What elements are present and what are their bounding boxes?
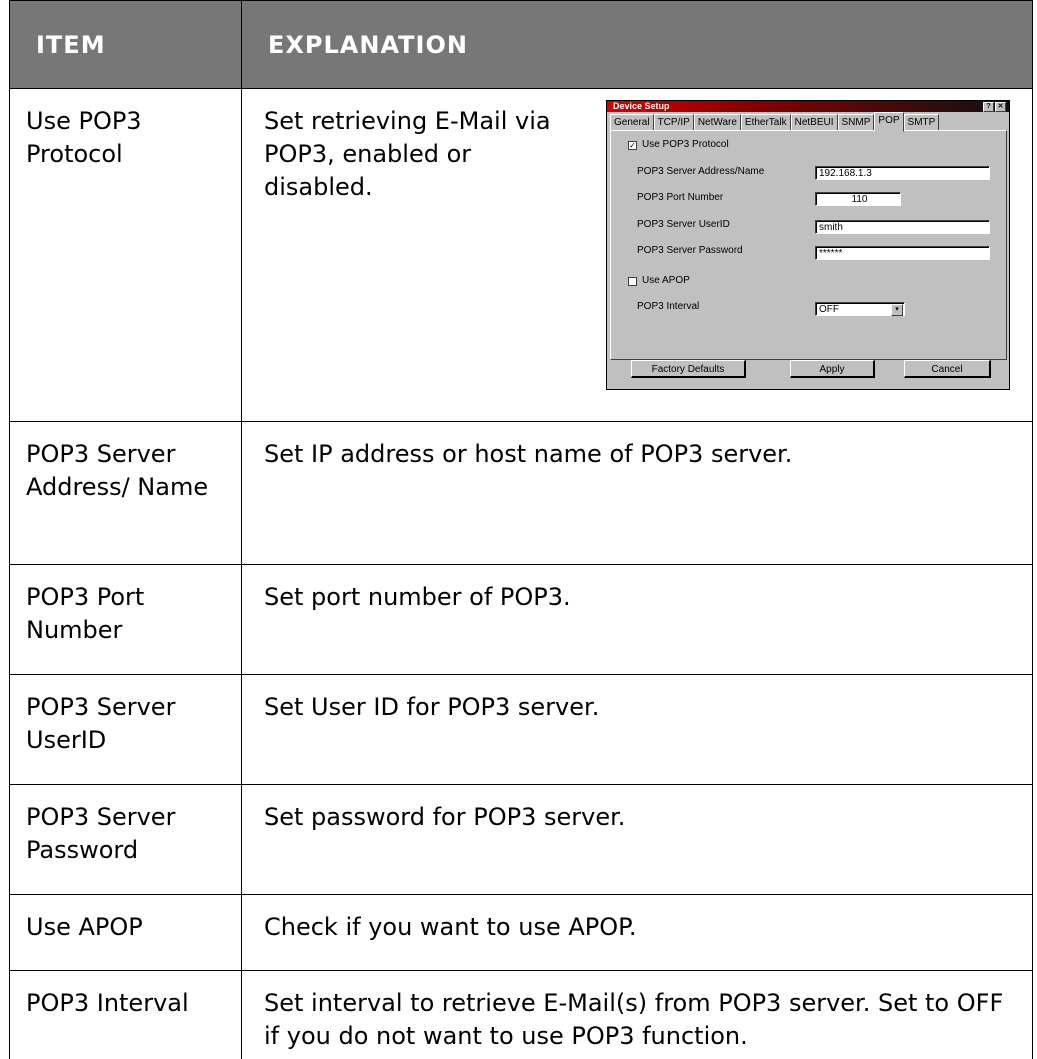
row-item-cell: POP3 Server Password: [10, 785, 242, 895]
table-row: Use APOP Check if you want to use APOP.: [10, 895, 1033, 971]
userid-input[interactable]: smith: [815, 220, 990, 234]
row-item-cell: POP3 Server UserID: [10, 675, 242, 785]
dialog-title: Device Setup: [613, 101, 670, 111]
tab-strip: General TCP/IP NetWare EtherTalk NetBEUI…: [610, 114, 939, 130]
table-row: POP3 Server Password Set password for PO…: [10, 785, 1033, 895]
row-explanation-text: Set retrieving E-Mail via POP3, enabled …: [264, 105, 584, 204]
port-number-input[interactable]: 110: [815, 192, 901, 206]
tab-netware[interactable]: NetWare: [694, 114, 741, 130]
server-address-input[interactable]: 192.168.1.3: [815, 166, 990, 180]
interval-dropdown[interactable]: OFF ▾: [815, 302, 905, 316]
column-header-explanation: EXPLANATION: [242, 1, 1033, 89]
use-apop-checkbox[interactable]: [628, 277, 637, 286]
server-address-label: POP3 Server Address/Name: [637, 166, 764, 178]
pop-tab-panel: ✓ Use POP3 Protocol POP3 Server Address/…: [610, 130, 1007, 360]
settings-table: ITEM EXPLANATION Use POP3 Protocol Set r…: [9, 0, 1033, 1059]
row-item-cell: POP3 Interval: [10, 971, 242, 1059]
password-input[interactable]: ******: [815, 246, 990, 260]
password-label: POP3 Server Password: [637, 245, 743, 257]
row-explanation-cell: Set retrieving E-Mail via POP3, enabled …: [242, 89, 1033, 422]
row-explanation-cell: Check if you want to use APOP.: [242, 895, 1033, 971]
tab-general[interactable]: General: [610, 114, 654, 130]
factory-defaults-button[interactable]: Factory Defaults: [631, 360, 746, 378]
chevron-down-icon[interactable]: ▾: [891, 304, 903, 316]
interval-label: POP3 Interval: [637, 301, 699, 313]
tab-tcpip[interactable]: TCP/IP: [654, 114, 694, 130]
table-row: POP3 Server Address/ Name Set IP address…: [10, 422, 1033, 565]
use-pop3-row[interactable]: ✓ Use POP3 Protocol: [628, 139, 729, 151]
row-item-cell: Use APOP: [10, 895, 242, 971]
table-row: Use POP3 Protocol Set retrieving E-Mail …: [10, 89, 1033, 422]
table-row: POP3 Interval Set interval to retrieve E…: [10, 971, 1033, 1059]
row-explanation-cell: Set IP address or host name of POP3 serv…: [242, 422, 1033, 565]
row-item-cell: POP3 Port Number: [10, 565, 242, 675]
dialog-titlebar: Device Setup ? ✕: [607, 101, 1009, 112]
device-setup-dialog: Device Setup ? ✕ General TCP/IP NetWare …: [606, 100, 1010, 390]
table-row: POP3 Port Number Set port number of POP3…: [10, 565, 1033, 675]
tab-smtp[interactable]: SMTP: [904, 114, 940, 130]
port-number-label: POP3 Port Number: [637, 192, 723, 204]
column-header-item: ITEM: [10, 1, 242, 89]
use-apop-row[interactable]: Use APOP: [628, 275, 690, 287]
table-header-row: ITEM EXPLANATION: [10, 1, 1033, 89]
row-explanation-cell: Set port number of POP3.: [242, 565, 1033, 675]
userid-label: POP3 Server UserID: [637, 219, 730, 231]
table-row: POP3 Server UserID Set User ID for POP3 …: [10, 675, 1033, 785]
interval-value: OFF: [819, 304, 839, 315]
tab-netbeui[interactable]: NetBEUI: [791, 114, 838, 130]
row-explanation-cell: Set password for POP3 server.: [242, 785, 1033, 895]
tab-ethertalk[interactable]: EtherTalk: [741, 114, 791, 130]
use-apop-label: Use APOP: [642, 275, 690, 287]
tab-pop[interactable]: POP: [874, 112, 903, 132]
use-pop3-label: Use POP3 Protocol: [642, 139, 729, 151]
help-button[interactable]: ?: [983, 102, 994, 112]
use-pop3-checkbox[interactable]: ✓: [628, 141, 637, 150]
row-explanation-cell: Set interval to retrieve E-Mail(s) from …: [242, 971, 1033, 1059]
apply-button[interactable]: Apply: [790, 360, 875, 378]
row-item-cell: POP3 Server Address/ Name: [10, 422, 242, 565]
cancel-button[interactable]: Cancel: [904, 360, 991, 378]
close-button[interactable]: ✕: [995, 102, 1006, 112]
tab-snmp[interactable]: SNMP: [838, 114, 875, 130]
pop3-settings-table: ITEM EXPLANATION Use POP3 Protocol Set r…: [9, 0, 1037, 1059]
row-explanation-cell: Set User ID for POP3 server.: [242, 675, 1033, 785]
row-item-cell: Use POP3 Protocol: [10, 89, 242, 422]
